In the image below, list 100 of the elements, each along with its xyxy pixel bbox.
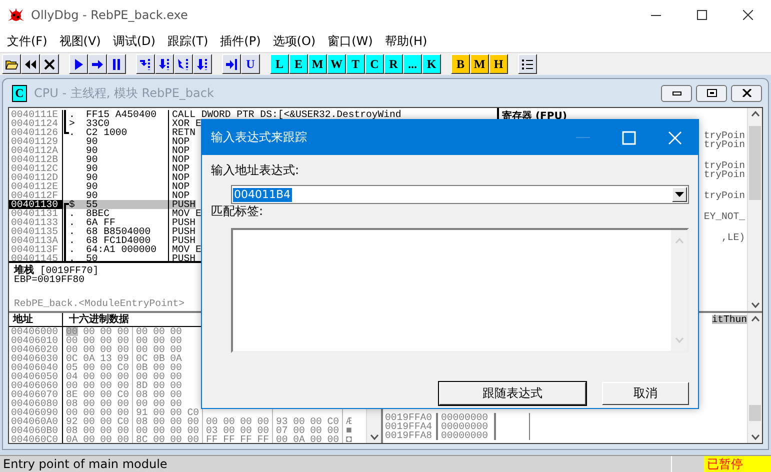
maximize-icon[interactable] (697, 10, 707, 20)
close-icon[interactable] (43, 58, 56, 70)
address-cell[interactable]: 00401129 (9, 137, 63, 146)
menu-item[interactable]: 帮助(H) (378, 32, 432, 50)
address-cell[interactable]: 0040112D (9, 173, 63, 182)
toolbar-button[interactable]: W (327, 54, 346, 74)
folder-icon[interactable] (5, 58, 18, 70)
address-cell[interactable]: 00401126 (9, 128, 63, 137)
dialog-button[interactable]: 取消 (602, 382, 689, 405)
restore-button[interactable] (696, 84, 727, 102)
address-cell[interactable]: 0040111E (9, 110, 63, 119)
minimize-button[interactable] (661, 84, 692, 102)
scroll-down-icon[interactable] (750, 302, 760, 308)
toolbar-button[interactable]: B (451, 54, 470, 74)
arrow-dots-icon[interactable] (177, 58, 190, 70)
scroll-thumb[interactable] (749, 126, 761, 200)
toolbar-button[interactable]: M (308, 54, 327, 74)
address-cell[interactable]: 00401124 (9, 119, 63, 128)
close-icon[interactable] (743, 10, 753, 20)
menu-item[interactable]: 选项(O) (266, 32, 321, 50)
toolbar-button[interactable]: E (289, 54, 308, 74)
toolbar-button[interactable] (518, 54, 537, 74)
address-cell[interactable]: 00401130 (9, 200, 63, 209)
toolbar-button[interactable] (88, 54, 107, 74)
toolbar-button[interactable] (155, 54, 174, 74)
scroll-up-icon[interactable] (750, 111, 760, 117)
address-cell[interactable]: 00401145 (9, 254, 63, 261)
menu-item[interactable]: 窗口(W) (320, 32, 378, 50)
toolbar-button[interactable] (2, 54, 21, 74)
hex-byte: 00 (117, 372, 129, 381)
toolbar-button[interactable] (69, 54, 88, 74)
play-icon[interactable] (72, 58, 85, 70)
toolbar-button[interactable] (174, 54, 193, 74)
hex-byte: FF (206, 435, 218, 443)
caret-icon[interactable] (675, 192, 684, 197)
scroll-thumb[interactable] (749, 405, 761, 421)
toolbar-button[interactable]: R (384, 54, 403, 74)
toolbar-button[interactable]: K (422, 54, 441, 74)
close-button[interactable] (731, 84, 762, 102)
arrow-icon[interactable] (91, 58, 104, 70)
address-cell[interactable]: 00401135 (9, 227, 63, 236)
address-cell[interactable]: 0040112E (9, 182, 63, 191)
hex-byte: 00 (240, 417, 252, 426)
hex-byte: 00 (327, 426, 339, 435)
toolbar-button[interactable]: H (489, 54, 508, 74)
toolbar-button[interactable] (21, 54, 40, 74)
arrow-bar-icon[interactable] (225, 58, 238, 70)
arrow-dots-icon[interactable] (196, 58, 209, 70)
minimize-icon[interactable] (672, 89, 682, 97)
menu-item[interactable]: 插件(P) (213, 32, 266, 50)
instruction-cell-text: NOP (171, 155, 190, 164)
scroll-up-icon[interactable] (750, 316, 760, 322)
toolbar-button[interactable]: C (365, 54, 384, 74)
scrollbar[interactable] (747, 108, 762, 311)
value-cell: 00000000 (438, 422, 496, 431)
dropdown-button[interactable] (672, 187, 687, 202)
address-cell[interactable]: 00401133 (9, 218, 63, 227)
hex-byte: 00 (153, 426, 165, 435)
menu-item[interactable]: 视图(V) (52, 32, 106, 50)
menu-item[interactable]: 跟踪(T) (160, 32, 214, 50)
address-cell[interactable]: 0040112B (9, 155, 63, 164)
toolbar-button[interactable]: L (270, 54, 289, 74)
list-icon[interactable] (521, 58, 534, 70)
tag-list[interactable] (231, 228, 689, 353)
toolbar-button[interactable] (136, 54, 155, 74)
toolbar-button[interactable] (40, 54, 59, 74)
rewind-icon[interactable] (24, 58, 37, 70)
minimize-icon (576, 137, 590, 138)
toolbar-button[interactable]: ... (403, 54, 422, 74)
restore-icon[interactable] (706, 89, 716, 97)
toolbar-button[interactable] (107, 54, 126, 74)
address-cell[interactable]: 0040112A (9, 146, 63, 155)
hex-cell: FF15 A450400 (77, 110, 169, 119)
address-cell[interactable]: 00401131 (9, 209, 63, 218)
scrollbar[interactable] (747, 313, 762, 443)
pause-icon[interactable] (110, 58, 123, 70)
close-icon[interactable] (742, 89, 752, 97)
toolbar-button[interactable]: U (241, 54, 260, 74)
hex-byte: 00 (117, 381, 129, 390)
address-combo-box[interactable]: 004011B4 (231, 185, 689, 204)
address-cell[interactable]: 0040112C (9, 164, 63, 173)
hex-byte: 0B (153, 354, 165, 363)
toolbar-button[interactable] (193, 54, 212, 74)
hex-byte: 00 (310, 426, 322, 435)
scroll-down-icon[interactable] (750, 434, 760, 440)
menu-item[interactable]: 文件(F) (0, 32, 52, 50)
info-text: 堆栈 [0019FF70] (14, 266, 100, 275)
toolbar-button[interactable]: T (346, 54, 365, 74)
address-cell[interactable]: 0040113A (9, 236, 63, 245)
scroll-down-icon[interactable] (370, 434, 378, 440)
arrow-dots-icon[interactable] (139, 58, 152, 70)
toolbar-button[interactable]: M (470, 54, 489, 74)
window-title: CPU - 主线程, 模块 RebPE_back (34, 84, 214, 102)
dialog-button[interactable]: 跟随表达式 (439, 382, 586, 405)
toolbar-button[interactable] (222, 54, 241, 74)
arrow-dots-icon[interactable] (158, 58, 171, 70)
hex-byte: FF (257, 435, 269, 443)
address-cell[interactable]: 0040113F (9, 245, 63, 254)
menu-item[interactable]: 调试(D) (106, 32, 160, 50)
info-text: EBP=0019FF80 (14, 275, 85, 284)
